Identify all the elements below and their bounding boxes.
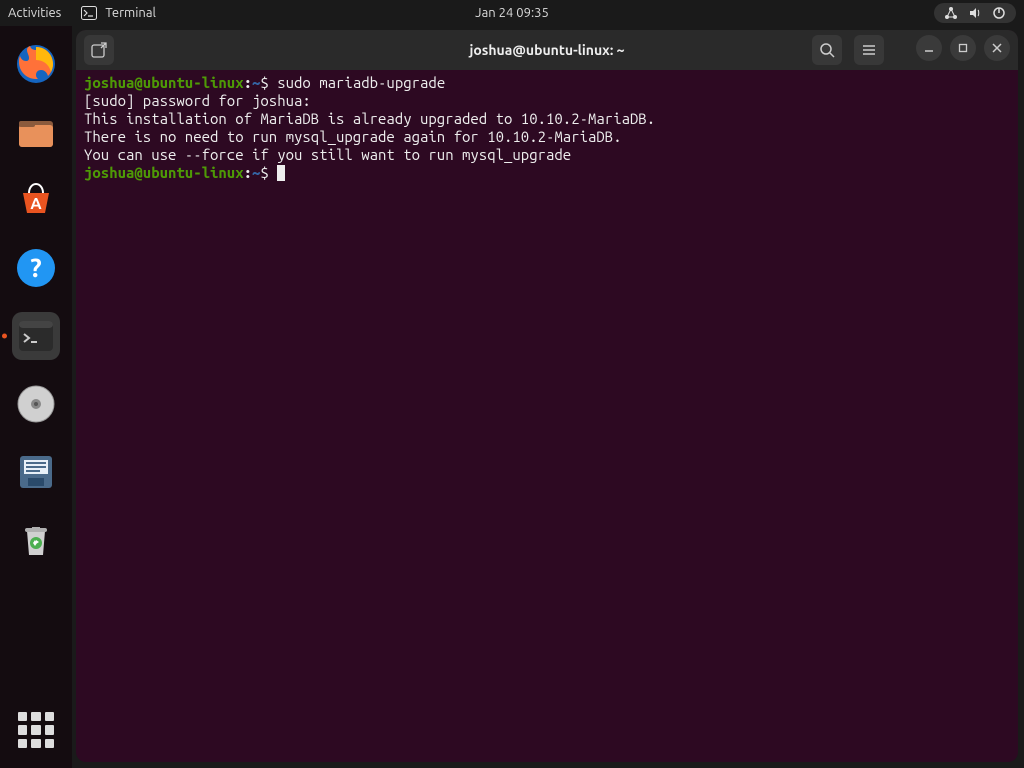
new-tab-button[interactable] (84, 35, 114, 65)
hamburger-icon (861, 42, 877, 58)
terminal-window: joshua@ubuntu-linux: ~ joshua@ubuntu-lin… (76, 30, 1018, 762)
dock-software[interactable]: A (12, 176, 60, 224)
close-button[interactable] (984, 35, 1010, 61)
svg-text:A: A (30, 195, 42, 213)
menu-button[interactable] (854, 35, 884, 65)
volume-icon (968, 6, 982, 20)
dock-disks[interactable] (12, 380, 60, 428)
power-icon (992, 6, 1006, 20)
clock[interactable]: Jan 24 09:35 (475, 6, 549, 20)
window-titlebar[interactable]: joshua@ubuntu-linux: ~ (76, 30, 1018, 70)
minimize-icon (924, 43, 934, 53)
terminal-icon (81, 6, 97, 20)
active-app-indicator[interactable]: Terminal (81, 6, 156, 20)
close-icon (992, 43, 1002, 53)
new-tab-icon (90, 41, 108, 59)
dock-files[interactable] (12, 108, 60, 156)
show-applications-button[interactable] (18, 712, 54, 748)
maximize-button[interactable] (950, 35, 976, 61)
dock-firefox[interactable] (12, 40, 60, 88)
maximize-icon (958, 43, 968, 53)
dock-trash[interactable] (12, 516, 60, 564)
dock-terminal[interactable] (12, 312, 60, 360)
system-tray[interactable] (934, 3, 1016, 23)
terminal-content[interactable]: joshua@ubuntu-linux:~$ sudo mariadb-upgr… (76, 70, 1018, 762)
dock: A ? (0, 26, 72, 768)
top-bar: Activities Terminal Jan 24 09:35 (0, 0, 1024, 26)
minimize-button[interactable] (916, 35, 942, 61)
search-icon (819, 42, 835, 58)
dock-help[interactable]: ? (12, 244, 60, 292)
search-button[interactable] (812, 35, 842, 65)
activities-button[interactable]: Activities (8, 6, 61, 20)
dock-save[interactable] (12, 448, 60, 496)
window-title: joshua@ubuntu-linux: ~ (469, 42, 624, 58)
svg-text:?: ? (30, 253, 41, 282)
network-icon (944, 6, 958, 20)
active-app-name: Terminal (105, 6, 156, 20)
